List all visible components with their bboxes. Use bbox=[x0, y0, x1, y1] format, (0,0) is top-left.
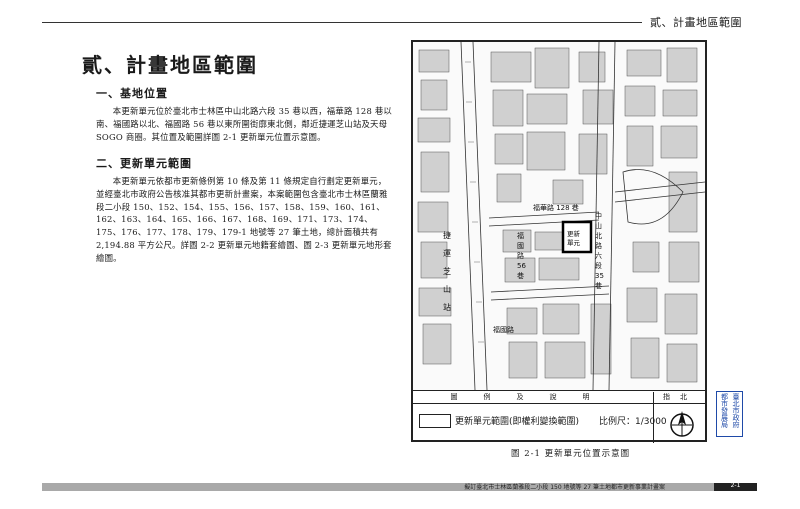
svg-text:中: 中 bbox=[595, 211, 602, 220]
svg-text:段: 段 bbox=[595, 261, 602, 270]
svg-text:國: 國 bbox=[517, 242, 524, 250]
map-label-fuhua-lane: 福華路 128 巷 bbox=[533, 203, 579, 212]
paragraph-scope: 本更新單元依都市更新條例第 10 條及第 11 條規定自行劃定更新單元，並經臺北… bbox=[96, 176, 392, 263]
svg-text:捷: 捷 bbox=[443, 230, 451, 240]
figure-caption: 圖 2-1 更新單元位置示意圖 bbox=[511, 449, 631, 459]
map-label-fuguo-road: 福國路 bbox=[493, 325, 514, 334]
section-title: 貳、計畫地區範圍 bbox=[82, 53, 258, 77]
north-header: 指北 bbox=[653, 392, 706, 403]
svg-text:路: 路 bbox=[517, 251, 524, 260]
legend-header: 圖例及說明 bbox=[450, 393, 616, 401]
svg-text:山: 山 bbox=[595, 221, 602, 230]
svg-text:56: 56 bbox=[517, 262, 526, 270]
svg-text:巷: 巷 bbox=[517, 272, 524, 280]
location-map: 福華路 128 巷 更新 單元 福國路 中山北 路六段 35巷 福國路 56巷 … bbox=[413, 42, 705, 390]
paragraph-location: 本更新單元位於臺北市士林區中山北路六段 35 巷以西，福華路 128 巷以南、福… bbox=[96, 106, 392, 142]
svg-text:巷: 巷 bbox=[595, 282, 602, 290]
page-number: 2-1 bbox=[730, 482, 741, 489]
svg-text:六: 六 bbox=[595, 251, 602, 260]
svg-text:運: 運 bbox=[443, 249, 451, 258]
svg-text:35: 35 bbox=[595, 272, 604, 280]
footer-bar: 擬訂臺北市士林區蘭雅段二小段 150 地號等 27 筆土地都市更新事業計畫案 2… bbox=[42, 482, 757, 491]
legend-swatch-boundary bbox=[419, 414, 451, 428]
north-arrow-icon bbox=[670, 411, 694, 437]
footer-project-title: 擬訂臺北市士林區蘭雅段二小段 150 地號等 27 筆土地都市更新事業計畫案 bbox=[464, 484, 665, 491]
svg-text:路: 路 bbox=[595, 241, 602, 250]
map-label-unit-line2: 單元 bbox=[567, 239, 581, 247]
header-rule bbox=[42, 22, 642, 23]
official-seal-stamp: 臺北市政府 都市發展局 bbox=[716, 391, 743, 437]
svg-text:北: 北 bbox=[595, 232, 602, 240]
location-map-figure: 福華路 128 巷 更新 單元 福國路 中山北 路六段 35 巷 福國路 56 巷 … bbox=[411, 40, 707, 443]
subsection-heading-location: 一、基地位置 bbox=[96, 87, 168, 100]
map-scale: 比例尺：1/3000 bbox=[599, 417, 667, 427]
svg-text:站: 站 bbox=[443, 302, 451, 312]
legend-item-label: 更新單元範圍(即權利變換範圍) bbox=[455, 417, 580, 427]
svg-text:山: 山 bbox=[443, 284, 451, 294]
subsection-heading-scope: 二、更新單元範圍 bbox=[96, 157, 192, 170]
map-label-unit-line1: 更新 bbox=[567, 229, 581, 238]
svg-text:福: 福 bbox=[517, 231, 524, 240]
header-title: 貳、計畫地區範圍 bbox=[650, 16, 742, 29]
svg-text:芝: 芝 bbox=[443, 266, 451, 276]
legend-panel: 圖例及說明 指北 更新單元範圍(即權利變換範圍) 比例尺：1/3000 bbox=[413, 390, 705, 443]
